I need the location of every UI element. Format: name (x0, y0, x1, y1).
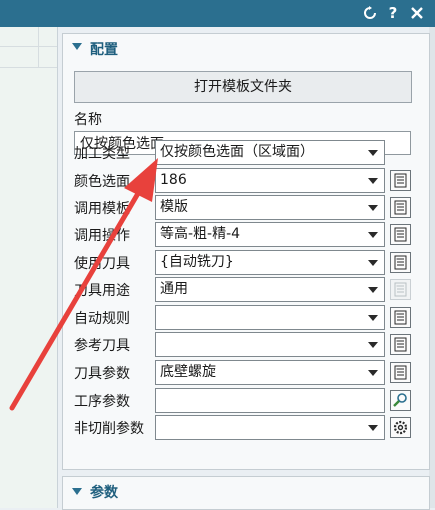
row-label: 颜色选面 (74, 174, 130, 190)
dropdown-arrow-icon[interactable] (368, 287, 378, 293)
row-label: 调用操作 (74, 228, 130, 244)
row-label: 调用模板 (74, 201, 130, 217)
dropdown-arrow-icon[interactable] (368, 178, 378, 184)
list-icon[interactable] (390, 224, 411, 245)
row-label: 使用刀具 (74, 256, 130, 272)
help-icon[interactable]: ? (384, 3, 402, 23)
grid-line (0, 67, 57, 68)
row-text-field[interactable] (155, 388, 385, 413)
search-icon[interactable] (390, 390, 411, 411)
row-combobox[interactable]: 模版 (155, 195, 385, 220)
config-panel: 配置 打开模板文件夹 名称 仅按颜色选面 加工类型 仅按颜色选面（区域面） 颜色选面… (62, 33, 430, 470)
row-label: 刀具参数 (74, 366, 130, 382)
list-icon[interactable] (390, 307, 411, 328)
params-section-title: 参数 (90, 485, 118, 501)
row-combobox[interactable]: 仅按颜色选面（区域面） (155, 140, 385, 165)
dropdown-arrow-icon[interactable] (368, 370, 378, 376)
config-section-header[interactable]: 配置 (63, 34, 429, 64)
list-icon[interactable] (390, 170, 411, 191)
refresh-icon[interactable] (361, 3, 379, 23)
row-label: 加工类型 (74, 146, 130, 162)
dropdown-arrow-icon[interactable] (368, 315, 378, 321)
config-section-title: 配置 (90, 42, 118, 58)
dropdown-arrow-icon[interactable] (368, 342, 378, 348)
row-combobox[interactable]: 底壁螺旋 (155, 360, 385, 385)
list-icon[interactable] (390, 334, 411, 355)
row-value: {自动铣刀} (160, 254, 234, 270)
row-value: 通用 (160, 281, 188, 297)
dropdown-arrow-icon[interactable] (368, 232, 378, 238)
list-icon[interactable] (390, 362, 411, 383)
panel-titlebar: ? (0, 0, 435, 27)
name-label: 名称 (74, 112, 102, 128)
row-label: 刀具用途 (74, 283, 130, 299)
dropdown-arrow-icon[interactable] (368, 150, 378, 156)
row-combobox[interactable] (155, 305, 385, 330)
dropdown-arrow-icon[interactable] (368, 205, 378, 211)
row-label: 非切削参数 (74, 421, 144, 437)
row-value: 等高-粗-精-4 (160, 226, 241, 242)
collapse-arrow-icon[interactable] (72, 43, 82, 50)
params-section-header[interactable]: 参数 (62, 476, 430, 510)
grid-line (0, 46, 57, 47)
row-label: 自动规则 (74, 311, 130, 327)
left-grid-pane (0, 27, 58, 508)
gear-icon[interactable] (390, 417, 411, 438)
dropdown-arrow-icon[interactable] (368, 425, 378, 431)
row-label: 工序参数 (74, 394, 130, 410)
dropdown-arrow-icon[interactable] (368, 260, 378, 266)
row-combobox[interactable]: 186 (155, 168, 385, 193)
row-combobox[interactable] (155, 332, 385, 357)
collapse-arrow-icon[interactable] (72, 488, 82, 495)
row-value: 底壁螺旋 (160, 364, 216, 380)
open-template-folder-button[interactable]: 打开模板文件夹 (74, 71, 412, 103)
row-value: 186 (160, 172, 187, 188)
list-icon[interactable] (390, 197, 411, 218)
list-icon[interactable] (390, 252, 411, 273)
grid-line (38, 27, 39, 67)
row-combobox[interactable]: {自动铣刀} (155, 250, 385, 275)
row-combobox[interactable] (155, 415, 385, 440)
list-icon (390, 279, 411, 300)
row-value: 模版 (160, 199, 188, 215)
row-combobox[interactable]: 通用 (155, 277, 385, 302)
row-label: 参考刀具 (74, 338, 130, 354)
row-combobox[interactable]: 等高-粗-精-4 (155, 222, 385, 247)
row-value: 仅按颜色选面（区域面） (160, 144, 314, 160)
close-icon[interactable] (408, 3, 426, 23)
